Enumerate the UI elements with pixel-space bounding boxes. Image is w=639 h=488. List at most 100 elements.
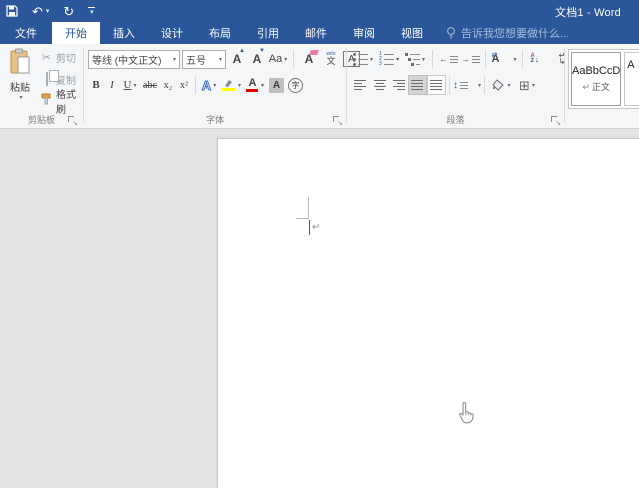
tell-me-placeholder: 告诉我您想要做什么...	[461, 28, 570, 40]
undo-icon: ↶	[32, 3, 43, 19]
numbering-icon: 1 2 3	[379, 51, 394, 66]
underline-button[interactable]: U ▾	[120, 75, 140, 95]
paint-bucket-icon	[492, 78, 505, 91]
document-page[interactable]: ↵	[217, 138, 639, 488]
tab-view[interactable]: 视图	[388, 22, 436, 44]
paste-dropdown-icon[interactable]: ▾	[19, 94, 22, 101]
character-shading-button[interactable]: A	[267, 75, 286, 95]
tab-file[interactable]: 文件	[0, 22, 52, 44]
align-right-button[interactable]	[389, 75, 408, 95]
text-insertion-cursor	[309, 220, 310, 235]
format-painter-icon	[40, 93, 53, 109]
superscript-button[interactable]: x²	[176, 75, 192, 95]
tab-layout[interactable]: 布局	[196, 22, 244, 44]
undo-button[interactable]: ↶ ▾	[32, 5, 49, 18]
paste-button[interactable]: 粘贴 ▾	[3, 48, 37, 120]
font-name-combo[interactable]: 等线 (中文正文) ▾	[88, 49, 180, 69]
underline-dropdown-icon[interactable]: ▾	[133, 82, 136, 89]
margin-corner-mark	[296, 218, 309, 219]
decrease-indent-icon: ←	[440, 55, 458, 64]
style-normal[interactable]: AaBbCcD ↵ 正文	[571, 52, 622, 106]
align-center-button[interactable]	[370, 75, 389, 95]
separator	[485, 50, 486, 68]
save-button[interactable]	[6, 5, 18, 17]
font-name-dropdown-icon[interactable]: ▾	[173, 56, 176, 63]
grow-font-button[interactable]: A ▲	[228, 48, 246, 69]
sort-icon: A2 ↓	[530, 53, 539, 64]
bold-button[interactable]: B	[88, 75, 104, 95]
phonetic-guide-button[interactable]: wén 文	[321, 49, 341, 69]
italic-button[interactable]: I	[104, 75, 120, 95]
copy-icon	[40, 72, 53, 86]
redo-icon: ↻	[63, 3, 75, 19]
customize-qat-icon	[88, 6, 96, 8]
separator	[522, 50, 523, 68]
styles-gallery: AaBbCcD ↵ 正文 A	[568, 49, 639, 109]
tell-me-box[interactable]: 告诉我您想要做什么...	[446, 22, 569, 44]
shrink-font-button[interactable]: A ▼	[248, 48, 266, 69]
group-styles: AaBbCcD ↵ 正文 A	[565, 44, 639, 128]
bullets-icon	[352, 52, 368, 66]
tab-insert[interactable]: 插入	[100, 22, 148, 44]
justify-button[interactable]	[408, 75, 427, 95]
copy-label: 复制	[56, 75, 76, 87]
customize-qat-button[interactable]: ▾	[88, 6, 96, 16]
separator	[484, 76, 485, 94]
sort-button[interactable]: A2 ↓	[528, 49, 550, 69]
paste-label: 粘贴	[10, 83, 30, 94]
decrease-indent-button[interactable]: ←	[438, 49, 458, 69]
align-left-icon	[352, 78, 369, 92]
change-case-button[interactable]: Aa ▾	[268, 49, 288, 69]
format-painter-label: 格式刷	[56, 90, 76, 116]
cut-label: 剪切	[56, 53, 76, 65]
numbering-button[interactable]: 1 2 3 ▾	[377, 49, 401, 69]
shading-button[interactable]: ▾	[488, 75, 514, 95]
clipboard-dialog-launcher[interactable]: ↘	[68, 116, 78, 127]
font-color-button[interactable]: A ▾	[243, 75, 267, 95]
style-next-partial[interactable]: A	[624, 52, 639, 106]
font-size-value: 五号	[186, 55, 206, 67]
font-size-combo[interactable]: 五号 ▾	[182, 49, 226, 69]
format-painter-button[interactable]: 格式刷	[40, 90, 83, 116]
bullets-button[interactable]: ▾	[351, 49, 375, 69]
text-effects-button[interactable]: A ▾	[199, 75, 219, 95]
word-window: { "colors": { "titlebar": "#2b579a", "ac…	[0, 0, 639, 488]
borders-button[interactable]: ⊞ ▾	[514, 75, 540, 95]
clear-formatting-button[interactable]: A	[299, 49, 319, 69]
highlight-button[interactable]: ▾	[219, 75, 243, 95]
font-size-dropdown-icon[interactable]: ▾	[219, 56, 222, 63]
align-left-button[interactable]	[351, 75, 370, 95]
line-spacing-button[interactable]: ↕ ▾	[453, 75, 481, 95]
eraser-icon	[309, 50, 319, 55]
justify-icon	[409, 78, 426, 92]
line-spacing-icon: ↕	[453, 80, 476, 91]
separator	[293, 50, 294, 68]
margin-corner-mark	[308, 197, 309, 218]
paragraph-group-label: 段落	[446, 115, 465, 125]
tab-mailings[interactable]: 邮件	[292, 22, 340, 44]
enclose-characters-button[interactable]: 字	[286, 75, 305, 95]
increase-indent-icon: →	[462, 55, 480, 64]
tab-design[interactable]: 设计	[148, 22, 196, 44]
tab-home[interactable]: 开始	[52, 22, 100, 44]
strikethrough-button[interactable]: abc	[140, 75, 160, 95]
cut-button[interactable]: ✂ 剪切	[40, 48, 76, 66]
tab-references[interactable]: 引用	[244, 22, 292, 44]
redo-button[interactable]: ↻	[63, 5, 74, 18]
font-group-label: 字体	[205, 115, 224, 125]
ribbon-tab-bar: 文件 开始 插入 设计 布局 引用 邮件 审阅 视图 告诉我您想要做什么...	[0, 22, 639, 44]
distribute-button[interactable]	[427, 75, 446, 95]
paragraph-dialog-launcher[interactable]: ↘	[551, 116, 561, 127]
multilevel-list-button[interactable]: ▾	[403, 49, 427, 69]
subscript-button[interactable]: x₂	[160, 75, 176, 95]
asian-layout-button[interactable]: ⇄ A ▾	[491, 49, 517, 69]
document-area[interactable]: ↵	[0, 130, 639, 488]
group-clipboard: 粘贴 ▾ ✂ 剪切 复制 格式刷 剪贴板 ↘	[0, 44, 83, 128]
separator	[195, 76, 196, 94]
undo-dropdown-icon[interactable]: ▾	[46, 8, 50, 15]
separator	[432, 50, 433, 68]
font-dialog-launcher[interactable]: ↘	[333, 116, 343, 127]
increase-indent-button[interactable]: →	[460, 49, 480, 69]
tab-review[interactable]: 审阅	[340, 22, 388, 44]
grow-font-icon: ▲	[239, 48, 245, 54]
